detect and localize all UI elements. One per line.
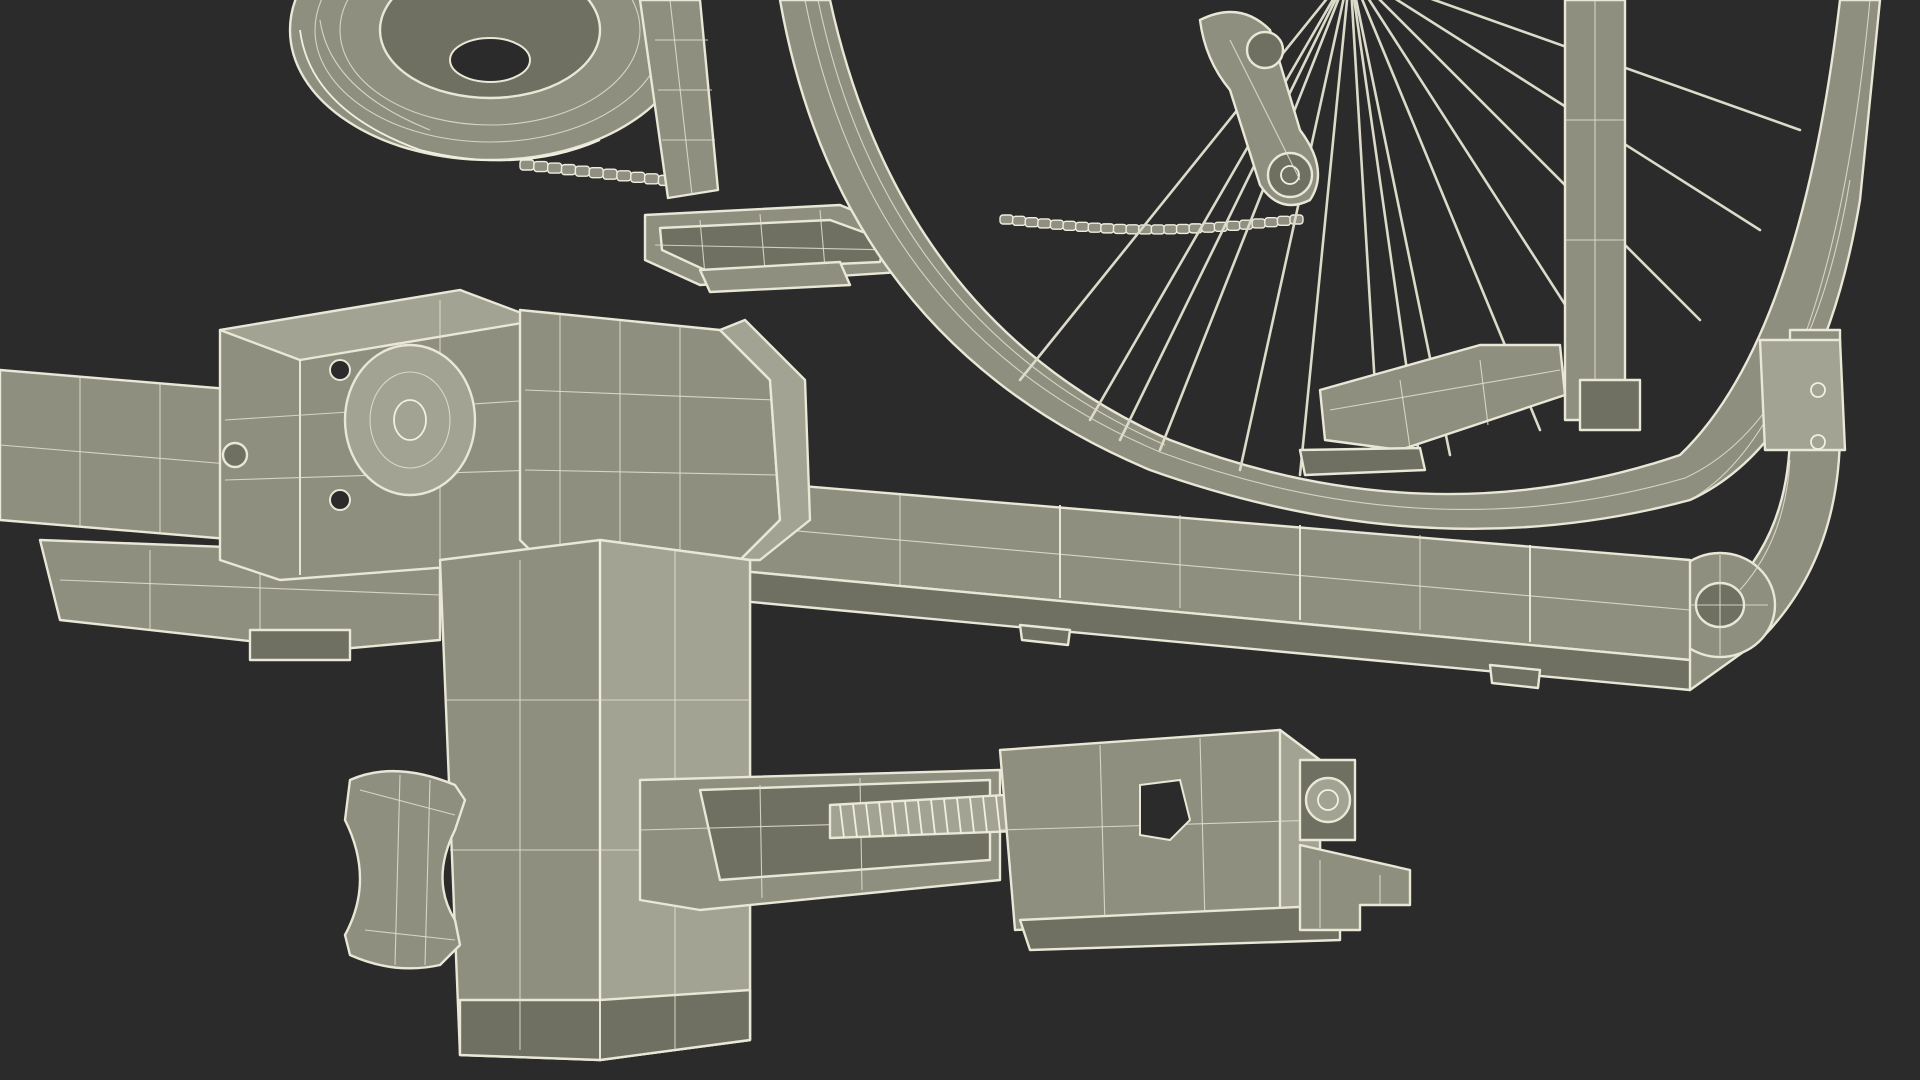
chain-link — [602, 168, 618, 180]
render-viewport — [0, 0, 1920, 1080]
chain-link — [519, 159, 535, 171]
chain-link — [1100, 223, 1115, 234]
chain-link — [1049, 219, 1065, 230]
chain-link — [1276, 215, 1292, 227]
chain-link — [1251, 218, 1266, 229]
chain-link — [630, 171, 646, 184]
chain-link — [1112, 223, 1128, 235]
chain-link — [616, 170, 632, 182]
chain-link — [574, 165, 591, 177]
rack-clamp-body — [218, 288, 542, 582]
hitch-bracket — [1298, 843, 1412, 932]
chain-link — [1150, 224, 1166, 235]
chain-link — [1163, 224, 1178, 235]
chain-link — [1024, 216, 1039, 228]
chain-link — [1264, 216, 1279, 228]
chain-link — [533, 160, 549, 173]
chain-link — [999, 214, 1014, 225]
chain-link — [546, 162, 563, 174]
wheel-spoke — [1394, 0, 1762, 232]
chain-link — [1175, 223, 1191, 235]
chain-link — [643, 173, 660, 185]
chain-link — [1074, 221, 1090, 233]
bike-rack-wireframe-render — [0, 0, 1882, 1062]
chain-link — [1062, 220, 1077, 232]
chain-link — [1087, 222, 1102, 233]
wheel-cradle — [1298, 343, 1567, 477]
chain-link — [560, 163, 577, 176]
rack-left-tube — [0, 368, 242, 542]
chain-link — [1037, 218, 1052, 229]
tightening-knob — [343, 769, 467, 970]
chainring — [288, 0, 692, 162]
rear-derailleur — [1198, 10, 1320, 207]
rack-tray-arm — [638, 768, 1002, 912]
rack-collar — [518, 308, 812, 562]
wheel-hoop-post — [1563, 0, 1642, 432]
chain-link — [1226, 220, 1241, 232]
chain-link — [1011, 215, 1027, 227]
chain-link — [588, 166, 604, 179]
